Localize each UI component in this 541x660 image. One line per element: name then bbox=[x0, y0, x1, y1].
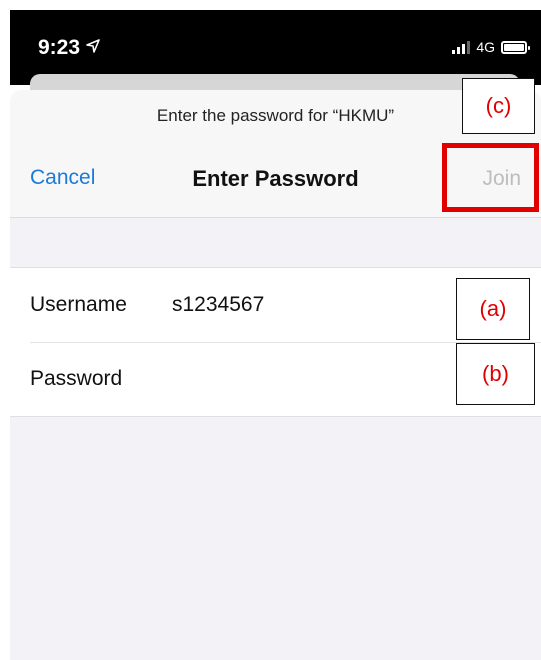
status-right: 4G bbox=[452, 39, 530, 55]
cancel-button[interactable]: Cancel bbox=[30, 166, 95, 190]
status-time: 9:23 bbox=[38, 36, 100, 60]
network-type: 4G bbox=[476, 39, 495, 55]
annotation-c: (c) bbox=[462, 78, 535, 134]
cellular-signal-icon bbox=[452, 40, 471, 54]
battery-icon bbox=[501, 40, 530, 54]
location-arrow-icon bbox=[86, 39, 100, 53]
status-time-text: 9:23 bbox=[38, 36, 81, 59]
join-button[interactable]: Join bbox=[482, 167, 521, 191]
username-label: Username bbox=[30, 293, 127, 316]
annotation-b: (b) bbox=[456, 343, 535, 405]
annotation-a: (a) bbox=[456, 278, 530, 340]
password-label: Password bbox=[30, 367, 123, 390]
